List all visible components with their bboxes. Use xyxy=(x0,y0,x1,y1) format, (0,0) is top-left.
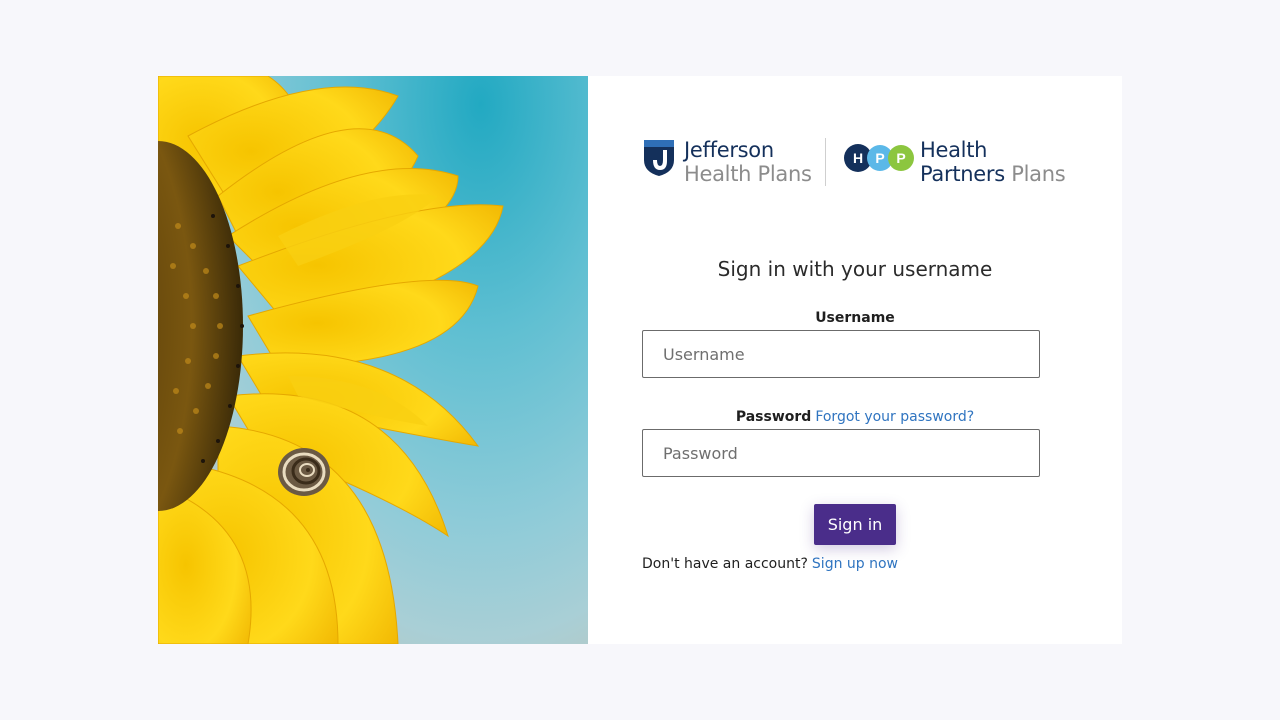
password-input[interactable] xyxy=(642,429,1040,477)
sign-in-button[interactable]: Sign in xyxy=(814,504,896,545)
sign-up-link[interactable]: Sign up now xyxy=(812,556,898,572)
hpp-letter-p2: P xyxy=(896,150,905,166)
hpp-line2-plans: Plans xyxy=(1004,162,1066,186)
sunflower-illustration xyxy=(158,76,504,644)
hpp-line1: Health xyxy=(920,138,988,162)
form-panel: Jefferson Health Plans H P P Health Part… xyxy=(588,76,1122,644)
username-label-row: Username xyxy=(588,310,1122,326)
forgot-password-link[interactable]: Forgot your password? xyxy=(815,409,974,425)
jefferson-wordmark: Jefferson Health Plans xyxy=(684,138,812,186)
sign-in-card: Jefferson Health Plans H P P Health Part… xyxy=(158,76,1122,644)
hpp-letter-h: H xyxy=(853,150,863,166)
brand-logos: Jefferson Health Plans H P P Health Part… xyxy=(644,138,1068,188)
jefferson-shield-icon xyxy=(644,140,674,176)
hpp-circles-icon: H P P xyxy=(844,144,914,172)
hpp-line2-partners: Partners xyxy=(920,162,1005,186)
logo-divider xyxy=(825,138,826,186)
jefferson-line2: Health Plans xyxy=(684,162,812,186)
hpp-line2: Partners Plans xyxy=(920,162,1066,186)
snail-shell xyxy=(278,448,330,496)
password-label-row: Password Forgot your password? xyxy=(588,409,1122,425)
jefferson-line1: Jefferson xyxy=(684,138,774,162)
hpp-letter-p1: P xyxy=(875,150,884,166)
password-label: Password xyxy=(735,409,812,425)
no-account-text: Don't have an account? xyxy=(642,556,808,572)
username-label: Username xyxy=(815,310,895,326)
hero-image xyxy=(158,76,588,644)
page-title: Sign in with your username xyxy=(717,257,993,281)
username-input[interactable] xyxy=(642,330,1040,378)
hpp-wordmark: Health Partners Plans xyxy=(920,138,1066,186)
signup-row: Don't have an account? Sign up now xyxy=(642,556,898,572)
